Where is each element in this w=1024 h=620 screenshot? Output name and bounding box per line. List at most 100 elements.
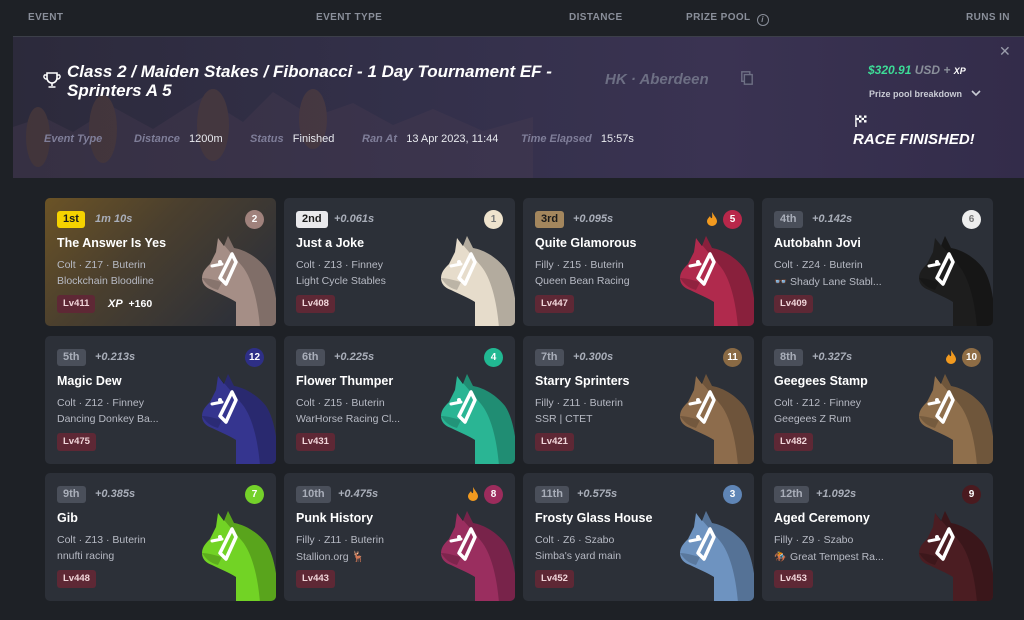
- prize-currency: USD +: [914, 63, 951, 77]
- ran-at-value: 13 Apr 2023, 11:44: [406, 133, 499, 145]
- prize-xp: XP: [953, 66, 966, 76]
- stable-name[interactable]: Dancing Donkey Ba...: [57, 413, 202, 425]
- event-location: HK · Aberdeen: [605, 71, 709, 88]
- status-field: Status Finished: [250, 133, 334, 145]
- runner-card[interactable]: 11th +0.575s 3 Frosty Glass House Colt ·…: [523, 473, 754, 601]
- stable-name[interactable]: Stallion.org 🦌: [296, 550, 441, 563]
- level-badge: Lv443: [296, 570, 335, 588]
- placing-badge: 3rd: [535, 211, 565, 228]
- runner-card[interactable]: 5th +0.213s 12 Magic Dew Colt · Z12 · Fi…: [45, 335, 276, 464]
- xp-gain-value: +160: [128, 298, 153, 310]
- horse-name[interactable]: Gib: [57, 511, 78, 525]
- runner-card[interactable]: 7th +0.300s 11 Starry Sprinters Filly · …: [523, 335, 754, 464]
- stable-name[interactable]: Light Cycle Stables: [296, 275, 441, 287]
- placing-badge: 12th: [774, 486, 809, 503]
- horse-name[interactable]: Geegees Stamp: [774, 374, 868, 388]
- horse-name[interactable]: The Answer Is Yes: [57, 236, 166, 250]
- event-banner: Class 2 / Maiden Stakes / Fibonacci - 1 …: [13, 36, 1024, 178]
- level-badge: Lv411: [57, 295, 96, 313]
- distance-value: 1200m: [189, 133, 223, 145]
- level-badge: Lv482: [774, 432, 813, 451]
- runner-card[interactable]: 9th +0.385s 7 Gib Colt · Z13 · Buterin n…: [45, 473, 276, 601]
- stable-name[interactable]: Blockchain Bloodline: [57, 275, 202, 287]
- horse-name[interactable]: Autobahn Jovi: [774, 236, 861, 250]
- info-icon[interactable]: i: [756, 14, 769, 26]
- runner-card[interactable]: 1st 1m 10s 2 The Answer Is Yes Colt · Z1…: [45, 198, 276, 326]
- level-badge: Lv409: [774, 295, 813, 313]
- level-badge: Lv452: [535, 570, 574, 588]
- column-runs-in[interactable]: RUNS IN: [966, 12, 1010, 23]
- time-gap: +0.575s: [577, 488, 618, 500]
- column-prize-pool[interactable]: PRIZE POOL i: [686, 12, 769, 26]
- ran-at-label: Ran At: [362, 133, 398, 145]
- horse-name[interactable]: Aged Ceremony: [774, 511, 870, 525]
- horse-details: Colt · Z24 · Buterin: [774, 259, 863, 271]
- horse-name[interactable]: Quite Glamorous: [535, 236, 636, 250]
- copy-icon[interactable]: [741, 71, 753, 85]
- stable-name[interactable]: WarHorse Racing Cl...: [296, 413, 441, 425]
- prize-breakdown-label: Prize pool breakdown: [869, 89, 963, 99]
- horse-portrait-icon: [680, 236, 754, 326]
- time-gap: +0.385s: [95, 488, 136, 500]
- gate-number-badge: 10: [962, 347, 981, 367]
- time-elapsed-label: Time Elapsed: [521, 133, 592, 145]
- time-gap: +0.061s: [334, 213, 375, 225]
- runner-card[interactable]: 12th +1.092s 9 Aged Ceremony Filly · Z9 …: [762, 473, 993, 601]
- stable-name[interactable]: Simba's yard main: [535, 550, 680, 562]
- time-elapsed-value: 15:57s: [600, 133, 634, 145]
- stable-name[interactable]: Queen Bean Racing: [535, 275, 680, 287]
- close-icon[interactable]: ✕: [999, 43, 1011, 60]
- horse-name[interactable]: Magic Dew: [57, 374, 122, 388]
- xp-gain: XP +160: [108, 298, 152, 310]
- event-type-field: Event Type: [44, 133, 102, 145]
- horse-name[interactable]: Punk History: [296, 511, 373, 525]
- runner-card[interactable]: 4th +0.142s 6 Autobahn Jovi Colt · Z24 ·…: [762, 198, 993, 326]
- horse-details: Filly · Z15 · Buterin: [535, 259, 624, 271]
- column-distance[interactable]: DISTANCE: [569, 12, 623, 23]
- horse-details: Filly · Z11 · Buterin: [296, 534, 384, 546]
- gate-number-badge: 8: [484, 485, 503, 504]
- horse-name[interactable]: Flower Thumper: [296, 374, 393, 388]
- race-scene-background: [13, 89, 533, 178]
- horse-portrait-icon: [919, 511, 993, 601]
- horse-details: Colt · Z13 · Finney: [296, 259, 383, 271]
- placing-badge: 10th: [296, 486, 331, 503]
- time-gap: +0.327s: [812, 350, 853, 363]
- horse-details: Filly · Z11 · Buterin: [535, 396, 623, 409]
- placing-badge: 5th: [57, 348, 86, 366]
- runner-card[interactable]: 6th +0.225s 4 Flower Thumper Colt · Z15 …: [284, 335, 515, 464]
- column-event-type[interactable]: EVENT TYPE: [316, 12, 382, 23]
- race-finished-status: RACE FINISHED!: [853, 131, 975, 148]
- prize-breakdown-toggle[interactable]: Prize pool breakdown: [869, 89, 981, 99]
- stable-name[interactable]: SSR | CTET: [535, 413, 680, 425]
- placing-badge: 2nd: [296, 211, 328, 228]
- horse-name[interactable]: Just a Joke: [296, 236, 364, 250]
- trophy-icon: [43, 72, 61, 88]
- placing-badge: 1st: [57, 211, 85, 228]
- horse-portrait-icon: [441, 373, 515, 464]
- level-badge: Lv431: [296, 432, 335, 451]
- column-event[interactable]: EVENT: [28, 12, 63, 23]
- runner-card[interactable]: 2nd +0.061s 1 Just a Joke Colt · Z13 · F…: [284, 198, 515, 326]
- stable-name[interactable]: 🏇 Great Tempest Ra...: [774, 550, 919, 563]
- horse-portrait-icon: [202, 373, 276, 464]
- horse-portrait-icon: [680, 373, 754, 464]
- flame-icon: [468, 487, 478, 501]
- prize-amount: $320.91: [868, 63, 912, 77]
- stable-name[interactable]: 👓 Shady Lane Stabl...: [774, 275, 919, 288]
- runner-card[interactable]: 3rd +0.095s 5 Quite Glamorous Filly · Z1…: [523, 198, 754, 326]
- stable-name[interactable]: nnufti racing: [57, 550, 202, 562]
- level-badge: Lv475: [57, 432, 96, 451]
- runner-card[interactable]: 8th +0.327s 10 Geegees Stamp Colt · Z12 …: [762, 335, 993, 464]
- horse-portrait-icon: [680, 511, 754, 601]
- horse-name[interactable]: Frosty Glass House: [535, 511, 652, 525]
- stable-name[interactable]: Geegees Z Rum: [774, 413, 919, 425]
- runner-card[interactable]: 10th +0.475s 8 Punk History Filly · Z11 …: [284, 473, 515, 601]
- flame-icon: [946, 349, 956, 364]
- horse-portrait-icon: [441, 511, 515, 601]
- time-gap: +1.092s: [816, 488, 857, 500]
- distance-field: Distance 1200m: [134, 133, 223, 145]
- results-grid: 1st 1m 10s 2 The Answer Is Yes Colt · Z1…: [45, 198, 993, 602]
- horse-name[interactable]: Starry Sprinters: [535, 374, 629, 388]
- time-gap: +0.095s: [573, 213, 614, 225]
